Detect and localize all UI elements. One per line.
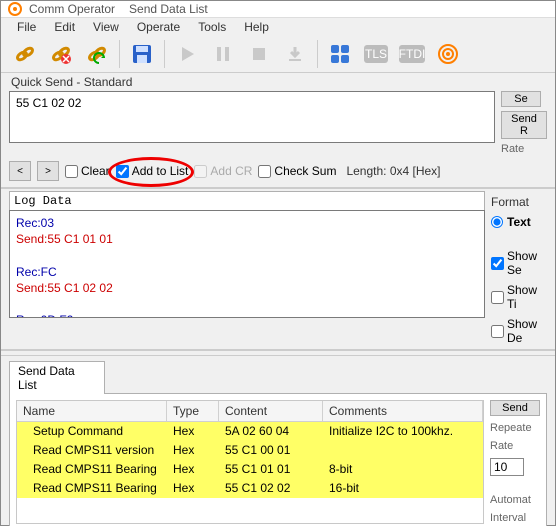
menu-operate[interactable]: Operate — [129, 18, 188, 36]
next-button[interactable]: > — [37, 161, 59, 181]
stop-icon[interactable] — [243, 38, 275, 70]
table-row[interactable]: Read CMPS11 BearingHex55 C1 01 018-bit — [17, 460, 483, 479]
show-time-checkbox[interactable]: Show Ti — [491, 283, 547, 311]
prev-button[interactable]: < — [9, 161, 31, 181]
table-row[interactable]: Read CMPS11 versionHex55 C1 00 01 — [17, 441, 483, 460]
log-line: Rec:0D F2 — [16, 312, 478, 318]
title-bar: Comm Operator Send Data List — [1, 1, 555, 18]
toolbar: TLS FTDI — [1, 36, 555, 73]
send-button[interactable]: Se — [501, 91, 541, 107]
col-type[interactable]: Type — [167, 401, 219, 421]
menu-tools[interactable]: Tools — [190, 18, 234, 36]
download-icon[interactable] — [279, 38, 311, 70]
col-comments[interactable]: Comments — [323, 401, 483, 421]
clear-checkbox[interactable]: Clear — [65, 164, 110, 178]
svg-text:TLS: TLS — [365, 47, 387, 61]
svg-text:FTDI: FTDI — [399, 47, 426, 61]
show-send-checkbox[interactable]: Show Se — [491, 249, 547, 277]
col-content[interactable]: Content — [219, 401, 323, 421]
play-icon[interactable] — [171, 38, 203, 70]
doc-title: Send Data List — [129, 2, 208, 16]
link-icon[interactable] — [9, 38, 41, 70]
show-detail-checkbox[interactable]: Show De — [491, 317, 547, 345]
log-line: Rec:FC — [16, 264, 478, 280]
table-row[interactable]: Read CMPS11 BearingHex55 C1 02 0216-bit — [17, 479, 483, 498]
quick-send-input[interactable] — [9, 91, 495, 143]
interval-label: Interval — [490, 512, 540, 524]
menu-view[interactable]: View — [85, 18, 127, 36]
menu-help[interactable]: Help — [236, 18, 277, 36]
table-row[interactable]: Setup CommandHex5A 02 60 04Initialize I2… — [17, 422, 483, 441]
quick-send-label: Quick Send - Standard — [1, 73, 555, 89]
log-textarea[interactable]: Rec:03Send:55 C1 01 01 Rec:FCSend:55 C1 … — [9, 210, 485, 318]
add-to-list-checkbox[interactable]: Add to List — [116, 164, 189, 178]
link-remove-icon[interactable] — [45, 38, 77, 70]
pause-icon[interactable] — [207, 38, 239, 70]
format-text-radio[interactable]: Text — [491, 215, 547, 229]
log-line — [16, 247, 478, 263]
tab-send-data-list[interactable]: Send Data List — [9, 361, 105, 394]
save-icon[interactable] — [126, 38, 158, 70]
rate-label: Rate — [501, 143, 524, 155]
format-header: Format — [491, 195, 547, 209]
checksum-checkbox[interactable]: Check Sum — [258, 164, 336, 178]
log-line — [16, 296, 478, 312]
menu-bar: File Edit View Operate Tools Help — [1, 18, 555, 36]
log-line: Send:55 C1 01 01 — [16, 231, 478, 247]
log-title: Log Data — [9, 191, 485, 210]
sdl-send-button[interactable]: Send — [490, 400, 540, 416]
menu-file[interactable]: File — [9, 18, 44, 36]
calc-icon[interactable] — [324, 38, 356, 70]
app-title: Comm Operator — [29, 2, 115, 16]
log-line: Send:55 C1 02 02 — [16, 280, 478, 296]
rate-input[interactable] — [490, 458, 524, 476]
col-name[interactable]: Name — [17, 401, 167, 421]
send-r-button[interactable]: Send R — [501, 111, 547, 139]
send-data-grid[interactable]: Name Type Content Comments Setup Command… — [16, 400, 484, 524]
menu-edit[interactable]: Edit — [46, 18, 83, 36]
ftdi-icon[interactable]: FTDI — [396, 38, 428, 70]
rate-label-2: Rate — [490, 440, 540, 452]
length-label: Length: 0x4 [Hex] — [346, 164, 440, 178]
add-cr-checkbox[interactable]: Add CR — [194, 164, 252, 178]
app-icon — [7, 1, 23, 17]
tls-icon[interactable]: TLS — [360, 38, 392, 70]
automat-label: Automat — [490, 494, 540, 506]
link-refresh-icon[interactable] — [81, 38, 113, 70]
log-line: Rec:03 — [16, 215, 478, 231]
repeat-label: Repeate — [490, 422, 540, 434]
target-icon[interactable] — [432, 38, 464, 70]
